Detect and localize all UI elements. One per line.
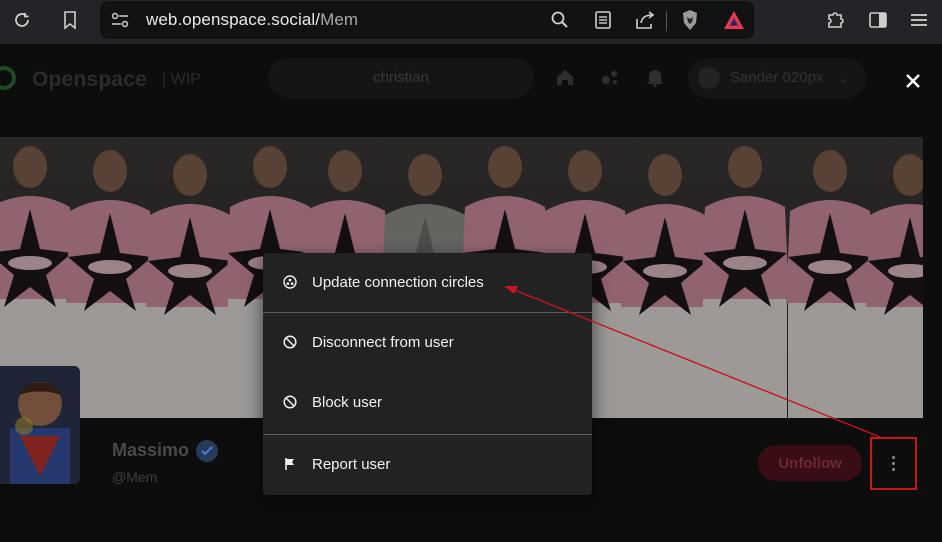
reader-icon[interactable] xyxy=(594,10,612,35)
address-bar[interactable]: web.openspace.social/Mem xyxy=(100,1,754,39)
communities-icon[interactable] xyxy=(599,66,621,88)
circles-icon xyxy=(283,275,297,289)
brave-shield-icon[interactable] xyxy=(680,8,700,37)
reload-icon[interactable] xyxy=(8,6,36,34)
more-options-button[interactable] xyxy=(870,437,917,490)
close-icon[interactable] xyxy=(900,68,926,94)
zoom-icon[interactable] xyxy=(550,10,570,35)
profile-actions-menu: Update connection circles Disconnect fro… xyxy=(263,253,592,495)
home-icon[interactable] xyxy=(554,66,576,88)
unfollow-button[interactable]: Unfollow xyxy=(758,445,862,481)
user-name: Sander 020px xyxy=(730,69,824,86)
flag-icon xyxy=(283,457,297,471)
profile-handle: @Mem xyxy=(112,469,158,485)
profile-avatar[interactable] xyxy=(0,366,80,484)
menu-item-label: Block user xyxy=(312,393,383,411)
site-settings-icon[interactable] xyxy=(110,11,130,34)
menu-item-disconnect-from-user[interactable]: Disconnect from user xyxy=(263,313,592,371)
menu-item-block-user[interactable]: Block user xyxy=(263,373,592,431)
menu-item-label: Disconnect from user xyxy=(312,333,454,351)
bookmark-icon[interactable] xyxy=(56,6,84,34)
chevron-down-icon: ⌄ xyxy=(838,71,849,85)
logo-suffix: | WIP xyxy=(162,71,201,88)
browser-toolbar: web.openspace.social/Mem xyxy=(0,0,942,44)
profile-name: Massimo xyxy=(112,440,190,460)
brave-rewards-icon[interactable] xyxy=(722,9,746,36)
extensions-icon[interactable] xyxy=(822,6,850,34)
menu-item-label: Update connection circles xyxy=(312,273,484,291)
openspace-logo-icon[interactable] xyxy=(0,66,16,90)
block-circle-icon xyxy=(283,395,297,409)
block-circle-icon xyxy=(283,335,297,349)
search-input[interactable]: christian xyxy=(268,58,534,98)
sidebar-icon[interactable] xyxy=(864,6,892,34)
toolbar-divider xyxy=(666,11,667,31)
more-vertical-icon xyxy=(891,456,896,471)
menu-item-update-connection-circles[interactable]: Update connection circles xyxy=(263,253,592,311)
url-host: web.openspace.social/ xyxy=(146,10,321,29)
share-icon[interactable] xyxy=(634,9,656,36)
menu-icon[interactable] xyxy=(905,6,933,34)
avatar xyxy=(698,67,720,89)
menu-item-label: Report user xyxy=(312,455,391,473)
search-value: christian xyxy=(373,69,429,86)
app-header: Openspace | WIP christian Sander 020px ⌄ xyxy=(0,44,942,112)
url-path: Mem xyxy=(320,10,359,29)
menu-item-report-user[interactable]: Report user xyxy=(263,435,592,493)
verified-badge-icon xyxy=(196,440,218,462)
logo-text[interactable]: Openspace xyxy=(32,68,147,92)
user-menu-button[interactable]: Sander 020px ⌄ xyxy=(688,58,866,98)
url-text[interactable]: web.openspace.social/Mem xyxy=(146,10,358,30)
notifications-icon[interactable] xyxy=(644,66,666,88)
